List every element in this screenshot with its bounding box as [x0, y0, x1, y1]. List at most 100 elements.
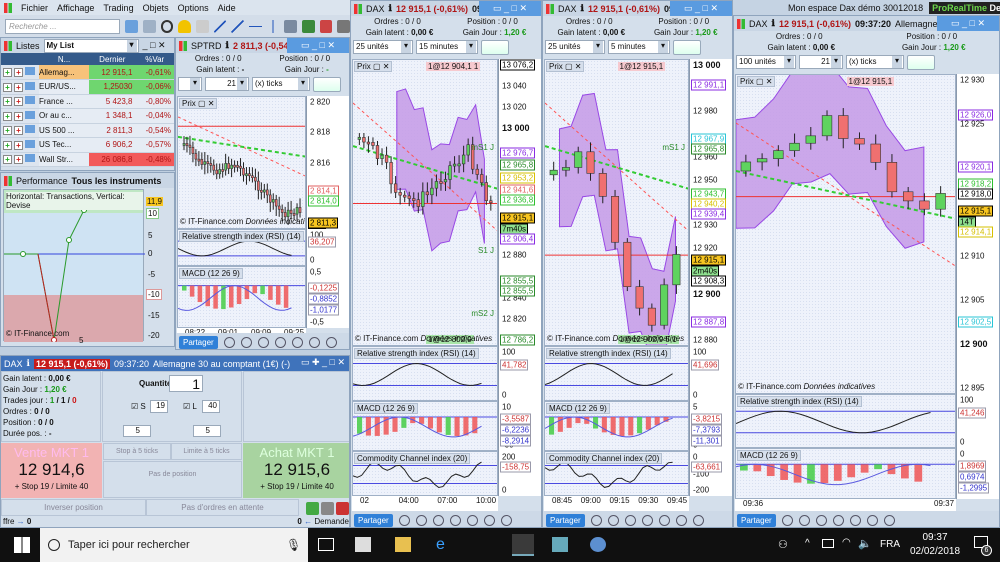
tray-chevron-icon[interactable]: ^: [805, 538, 810, 549]
info-icon[interactable]: ℹ: [389, 3, 392, 14]
price-chart[interactable]: 1@12 915,1 1@12 902,9 5,1 mS1 J Prix ▢ ✕ © I…: [544, 59, 689, 346]
list-row[interactable]: + + Allemag... 12 915,1 -0,61%: [1, 65, 174, 80]
symbol-dropdown[interactable]: SPTRD: [191, 41, 222, 51]
indicators-icon[interactable]: [223, 336, 235, 348]
draw-icon[interactable]: [815, 514, 827, 526]
zoom-fit-icon[interactable]: [658, 514, 670, 526]
instrument-name[interactable]: US 500 ...: [39, 123, 90, 138]
limit-step-stepper[interactable]: 5: [193, 425, 221, 437]
task-view-icon[interactable]: [318, 538, 334, 551]
ruler-icon[interactable]: [195, 19, 209, 33]
zoom-out-icon[interactable]: [866, 514, 878, 526]
instrument-filter[interactable]: Tous les instruments: [72, 176, 162, 186]
period-select[interactable]: 15 minutes: [416, 40, 478, 54]
indicator-panel[interactable]: MACD (12 26 9): [352, 401, 498, 451]
line-tool-icon[interactable]: [213, 19, 227, 33]
indicators-icon[interactable]: [781, 514, 793, 526]
instrument-name[interactable]: US Tec...: [39, 137, 90, 153]
bell-icon[interactable]: [178, 19, 191, 33]
info-icon[interactable]: ℹ: [772, 18, 775, 29]
info-icon[interactable]: ℹ: [27, 358, 30, 369]
prorealtime-task-icon[interactable]: [512, 534, 534, 556]
instrument-name[interactable]: Or au c...: [39, 108, 90, 124]
wifi-icon[interactable]: ◠: [842, 537, 851, 548]
quantity-input[interactable]: 1: [169, 375, 203, 392]
zoom-in-icon[interactable]: [692, 514, 704, 526]
reverse-position-button[interactable]: Inverser position: [1, 499, 146, 516]
limit-5-ticks-button[interactable]: Limite à 5 ticks: [171, 443, 242, 460]
menu-options[interactable]: Options: [178, 3, 209, 13]
limit-input[interactable]: 40: [202, 400, 220, 413]
properties-icon[interactable]: [415, 514, 427, 526]
price-axis[interactable]: 13 000 12 980 12 960 12 950 12 930 12 920 12 9…: [689, 59, 732, 346]
price-axis[interactable]: 12 930 12 925 12 910 12 905 12 900 12 895 12 9…: [956, 74, 999, 394]
stop-input[interactable]: 19: [150, 400, 168, 413]
buy-icon[interactable]: +: [3, 140, 12, 150]
quantity-select[interactable]: [178, 77, 202, 91]
chart-type-icon[interactable]: [313, 76, 341, 92]
window-controls[interactable]: _ □ ✕: [143, 40, 166, 51]
scroll-icon[interactable]: [832, 514, 844, 526]
instrument-name[interactable]: Allemag...: [39, 65, 90, 80]
properties-icon[interactable]: [607, 514, 619, 526]
sell-icon[interactable]: +: [14, 140, 23, 150]
fibonacci-icon[interactable]: [284, 19, 298, 33]
chart-type-icon[interactable]: [481, 39, 509, 55]
share-button[interactable]: Partager: [354, 513, 393, 527]
sell-icon[interactable]: +: [14, 82, 23, 92]
chart-icon[interactable]: [25, 81, 35, 90]
instrument-name[interactable]: EUR/US...: [39, 79, 90, 95]
settings-icon[interactable]: [321, 502, 334, 515]
window-controls[interactable]: ▭ _ □ ✕: [479, 1, 541, 16]
list-row[interactable]: + + Wall Str... 26 086,8 -0,48%: [1, 152, 174, 167]
instrument-name[interactable]: France ...: [39, 94, 90, 109]
share-button[interactable]: Partager: [546, 513, 585, 527]
chart-icon[interactable]: [25, 125, 35, 134]
share-button[interactable]: Partager: [179, 335, 218, 349]
col-name[interactable]: N...: [39, 53, 90, 65]
language-indicator[interactable]: FRA: [880, 539, 900, 550]
col-var[interactable]: %Var: [135, 53, 174, 65]
volume-icon[interactable]: 🔈: [858, 537, 872, 550]
taskbar-search[interactable]: Taper ici pour rechercher 🎙: [40, 528, 308, 562]
chart-icon[interactable]: [25, 67, 35, 75]
zoom-fit-icon[interactable]: [849, 514, 861, 526]
sell-icon[interactable]: +: [14, 97, 23, 107]
chart-type-icon[interactable]: [907, 54, 935, 70]
channel-icon[interactable]: [302, 19, 315, 33]
price-chart[interactable]: 1@12 915,1 Prix ▢ ✕ © IT-Finance.com Donné…: [735, 74, 956, 394]
symbol-dropdown[interactable]: DAX: [4, 359, 23, 369]
price-chart[interactable]: 1@12 904,1 1 1@12 802,9 mS1 J S1 JmS2 J Prix…: [352, 59, 498, 346]
indicator-panel[interactable]: Relative strength index (RSI) (14): [177, 229, 306, 266]
properties-icon[interactable]: [798, 514, 810, 526]
chart-icon[interactable]: [25, 110, 35, 119]
close-positions-icon[interactable]: [336, 502, 349, 515]
zoom-in-icon[interactable]: [883, 514, 895, 526]
indicator-panel[interactable]: Commodity Channel index (20): [544, 451, 689, 496]
indicator-icon[interactable]: [319, 19, 333, 33]
sell-icon[interactable]: +: [14, 68, 23, 77]
sell-icon[interactable]: +: [14, 126, 23, 136]
zoom-fit-icon[interactable]: [291, 336, 303, 348]
menu-objets[interactable]: Objets: [143, 3, 169, 13]
draw-icon[interactable]: [432, 514, 444, 526]
col-last[interactable]: Dernier: [89, 53, 136, 65]
buy-icon[interactable]: +: [3, 111, 12, 121]
sell-icon[interactable]: +: [14, 111, 23, 121]
buy-icon[interactable]: +: [3, 68, 12, 77]
symbol-dropdown[interactable]: DAX: [366, 4, 385, 14]
search-input[interactable]: Recherche ...: [5, 18, 121, 34]
menu-fichier[interactable]: Fichier: [21, 3, 48, 13]
stop-checkbox[interactable]: ☑ S: [131, 402, 146, 411]
tick-unit-select[interactable]: (x) ticks: [846, 55, 904, 69]
horizontal-line-icon[interactable]: [249, 19, 262, 33]
price-chart[interactable]: Prix ▢ ✕ © IT-Finance.com Données indicat…: [177, 96, 306, 229]
buy-market-button[interactable]: Achat MKT 1 12 915,6 + Stop 19 / Limite …: [243, 443, 349, 498]
paint-icon[interactable]: [590, 537, 606, 552]
app-task-icon[interactable]: [552, 537, 568, 552]
list-select[interactable]: My List: [43, 38, 139, 53]
chart-icon[interactable]: [25, 96, 35, 105]
indicator-panel[interactable]: MACD (12 26 9): [544, 401, 689, 451]
indicators-icon[interactable]: [590, 514, 602, 526]
chart-type-icon[interactable]: [673, 39, 701, 55]
